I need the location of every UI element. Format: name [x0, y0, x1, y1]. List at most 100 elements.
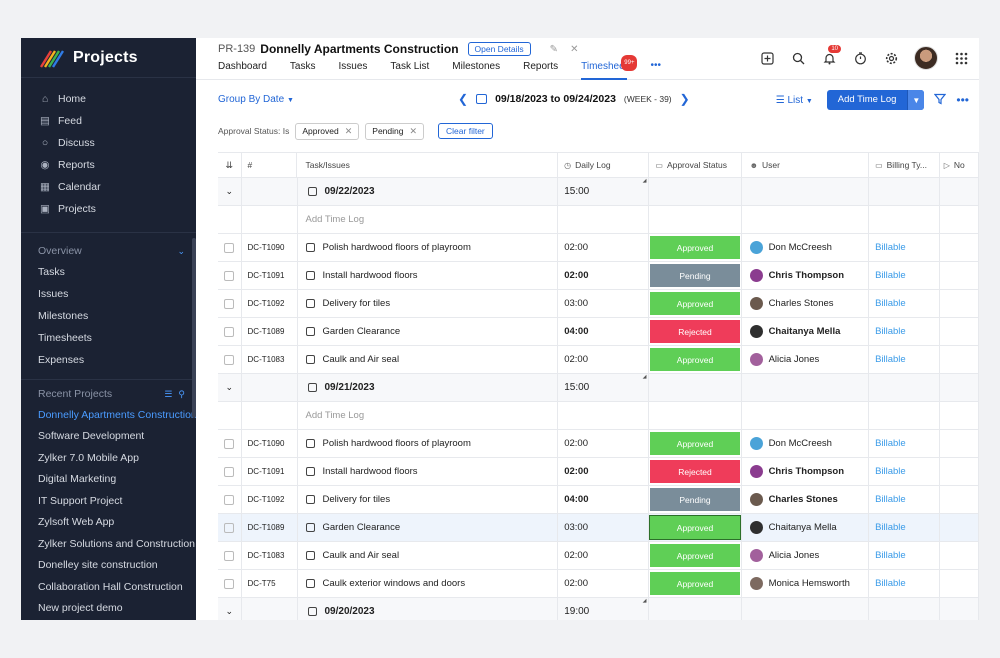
table-row[interactable]: DC-T1089 Garden Clearance 03:00 Approved Cha…: [218, 514, 979, 542]
calendar-icon[interactable]: [476, 94, 488, 104]
close-icon[interactable]: ✕: [409, 126, 417, 137]
row-checkbox[interactable]: [224, 550, 235, 561]
recent-project-item[interactable]: Sydney Cort Track 04: [21, 619, 196, 620]
table-row[interactable]: DC-T75 Caulk exterior windows and doors 02…: [218, 570, 979, 598]
view-dropdown[interactable]: ☰ List ▼: [776, 95, 813, 106]
task-name[interactable]: Caulk and Air seal: [323, 354, 400, 365]
task-name[interactable]: Install hardwood floors: [323, 466, 418, 477]
overview-header[interactable]: Overview ⌄: [21, 241, 196, 261]
table-row[interactable]: DC-T1091 Install hardwood floors 02:00 Reje…: [218, 458, 979, 486]
daily-log-value[interactable]: 02:00: [564, 578, 588, 589]
task-name[interactable]: Caulk exterior windows and doors: [323, 578, 466, 589]
task-name[interactable]: Caulk and Air seal: [323, 550, 400, 561]
sidebar-item-reports[interactable]: ◉ Reports: [21, 154, 196, 176]
gear-icon[interactable]: [883, 50, 899, 66]
task-name[interactable]: Garden Clearance: [323, 326, 401, 337]
daily-log-value[interactable]: 02:00: [564, 242, 588, 253]
daily-log-value[interactable]: 02:00: [564, 466, 588, 477]
daily-log-value[interactable]: 03:00: [564, 522, 588, 533]
table-row[interactable]: DC-T1083 Caulk and Air seal 02:00 Approved A…: [218, 346, 979, 374]
row-checkbox[interactable]: [224, 494, 235, 505]
tab-task-list[interactable]: Task List: [390, 60, 429, 80]
sidebar-item-projects[interactable]: ▣ Projects: [21, 198, 196, 220]
add-time-log-button[interactable]: Add Time Log ▼: [826, 90, 925, 110]
task-id[interactable]: DC-T1091: [248, 467, 285, 476]
tab-milestones[interactable]: Milestones: [452, 60, 500, 80]
recent-project-item[interactable]: New project demo: [21, 598, 196, 620]
status-badge[interactable]: Approved: [650, 236, 740, 259]
status-badge[interactable]: Approved: [650, 432, 740, 455]
tab-reports[interactable]: Reports: [523, 60, 558, 80]
close-icon[interactable]: ✕: [570, 44, 578, 55]
overview-item-tasks[interactable]: Tasks: [21, 261, 196, 283]
task-id[interactable]: DC-T75: [248, 579, 276, 588]
timer-icon[interactable]: [852, 50, 868, 66]
tab-tasks[interactable]: Tasks: [290, 60, 316, 80]
sidebar-item-feed[interactable]: ▤ Feed: [21, 110, 196, 132]
row-checkbox[interactable]: [224, 578, 235, 589]
daily-log-value[interactable]: 02:00: [564, 270, 588, 281]
row-checkbox[interactable]: [224, 326, 235, 337]
recent-project-item[interactable]: Zylsoft Web App: [21, 512, 196, 534]
search-icon[interactable]: [790, 50, 806, 66]
overview-item-timesheets[interactable]: Timesheets: [21, 327, 196, 349]
chevron-down-icon[interactable]: ⌄: [218, 178, 242, 205]
tab-timesheet[interactable]: Timesheet 99+: [581, 55, 638, 80]
add-time-log-link[interactable]: Add Time Log: [298, 206, 559, 233]
chevron-down-icon[interactable]: ⌄: [218, 598, 242, 620]
add-time-log-link[interactable]: Add Time Log: [298, 402, 559, 429]
table-row[interactable]: DC-T1092 Delivery for tiles 04:00 Pending Ch…: [218, 486, 979, 514]
task-id[interactable]: DC-T1083: [248, 355, 285, 364]
status-badge[interactable]: Rejected: [650, 460, 740, 483]
open-details-button[interactable]: Open Details: [467, 42, 531, 56]
table-row[interactable]: DC-T1090 Polish hardwood floors of playro…: [218, 430, 979, 458]
sidebar-item-discuss[interactable]: ○ Discuss: [21, 132, 196, 154]
status-badge[interactable]: Approved: [650, 572, 740, 595]
daily-log-value[interactable]: 02:00: [564, 550, 588, 561]
next-week-icon[interactable]: ❯: [680, 92, 690, 106]
recent-project-item[interactable]: Donelley site construction: [21, 555, 196, 577]
table-row[interactable]: DC-T1091 Install hardwood floors 02:00 Pend…: [218, 262, 979, 290]
group-row[interactable]: ⌄ 09/20/2023 19:00 ◢: [218, 598, 979, 620]
group-row[interactable]: ⌄ 09/21/2023 15:00 ◢: [218, 374, 979, 402]
prev-week-icon[interactable]: ❮: [458, 92, 468, 106]
app-grid-icon[interactable]: [953, 50, 969, 66]
task-name[interactable]: Delivery for tiles: [323, 494, 391, 505]
recent-project-item[interactable]: Digital Marketing: [21, 469, 196, 491]
brand[interactable]: Projects: [21, 38, 196, 78]
daily-log-value[interactable]: 04:00: [564, 326, 588, 337]
row-checkbox[interactable]: [224, 522, 235, 533]
task-id[interactable]: DC-T1089: [248, 523, 285, 532]
status-badge[interactable]: Approved: [650, 544, 740, 567]
search-icon[interactable]: ⚲: [178, 389, 185, 400]
task-id[interactable]: DC-T1092: [248, 495, 285, 504]
recent-project-item[interactable]: Software Development: [21, 426, 196, 448]
sidebar-item-home[interactable]: ⌂ Home: [21, 88, 196, 110]
task-id[interactable]: DC-T1083: [248, 551, 285, 560]
task-name[interactable]: Polish hardwood floors of playroom: [323, 438, 471, 449]
expand-all-icon[interactable]: ⇊: [218, 153, 242, 177]
filter-icon[interactable]: [934, 93, 947, 108]
overview-item-milestones[interactable]: Milestones: [21, 305, 196, 327]
task-name[interactable]: Install hardwood floors: [323, 270, 418, 281]
more-tabs-icon[interactable]: •••: [650, 60, 661, 80]
recent-project-item[interactable]: Zylker 7.0 Mobile App: [21, 447, 196, 469]
clear-filter-button[interactable]: Clear filter: [438, 123, 493, 139]
recent-project-item[interactable]: Collaboration Hall Construction: [21, 576, 196, 598]
task-id[interactable]: DC-T1090: [248, 439, 285, 448]
filter-settings-icon[interactable]: ☰: [164, 389, 172, 400]
daily-log-value[interactable]: 02:00: [564, 354, 588, 365]
status-badge[interactable]: Approved: [649, 515, 741, 540]
daily-log-value[interactable]: 04:00: [564, 494, 588, 505]
row-checkbox[interactable]: [224, 438, 235, 449]
add-icon[interactable]: [759, 50, 775, 66]
table-row[interactable]: DC-T1090 Polish hardwood floors of playro…: [218, 234, 979, 262]
recent-project-item[interactable]: IT Support Project: [21, 490, 196, 512]
task-name[interactable]: Delivery for tiles: [323, 298, 391, 309]
row-checkbox[interactable]: [224, 354, 235, 365]
sidebar-item-calendar[interactable]: ▦ Calendar: [21, 176, 196, 198]
filter-chip-pending[interactable]: Pending ✕: [365, 122, 425, 140]
close-icon[interactable]: ✕: [345, 126, 353, 137]
status-badge[interactable]: Rejected: [650, 320, 740, 343]
task-id[interactable]: DC-T1092: [248, 299, 285, 308]
